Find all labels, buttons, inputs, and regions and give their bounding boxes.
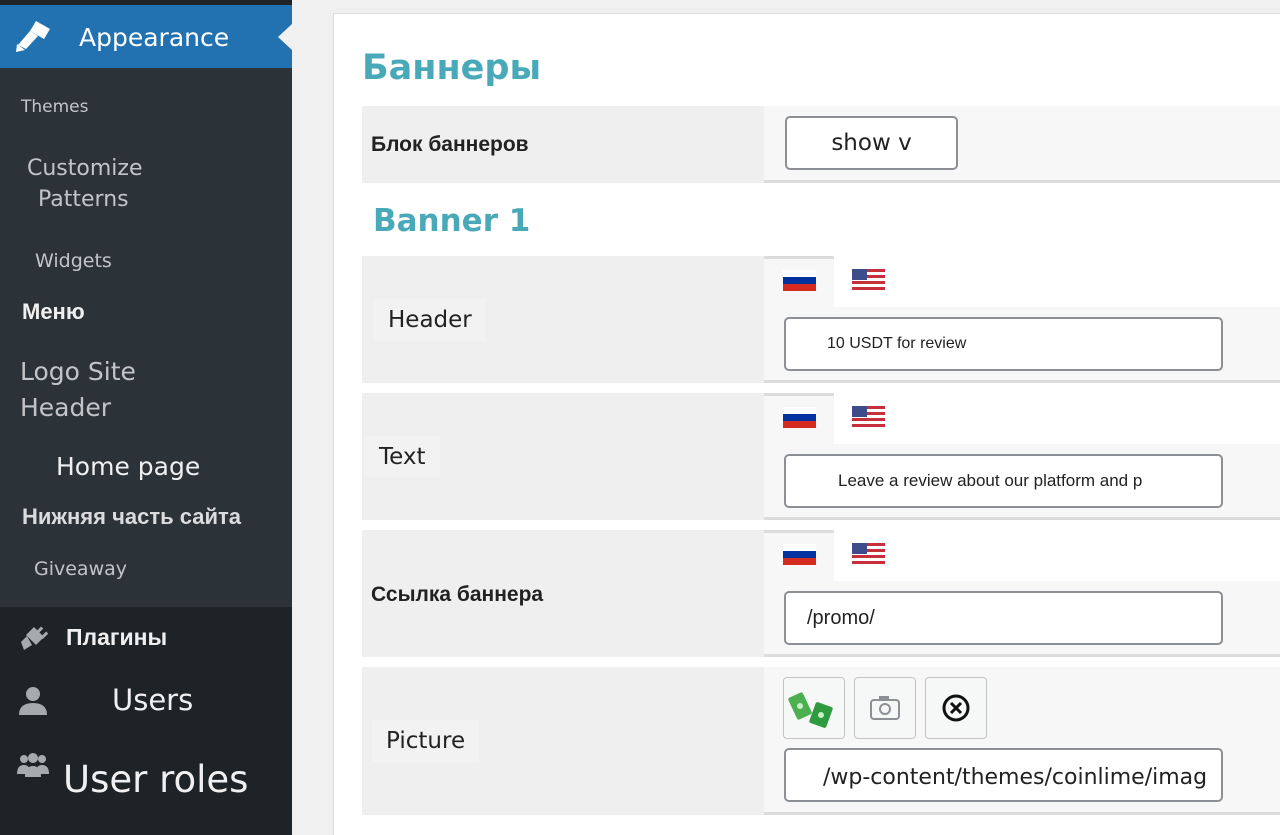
sidebar-item-label: Appearance (79, 23, 230, 52)
submenu-logo-site[interactable]: Logo Site (20, 357, 136, 386)
link-label: Ссылка баннера (371, 583, 544, 606)
banner-block-label: Блок баннеров (371, 133, 529, 156)
submenu-customize[interactable]: Customize (27, 156, 142, 181)
banner-block-select[interactable]: show v (785, 116, 958, 170)
submenu-patterns[interactable]: Patterns (38, 187, 129, 212)
link-label-cell: Ссылка баннера (362, 530, 764, 657)
submenu-home-page[interactable]: Home page (56, 452, 200, 481)
banner-1-title: Banner 1 (373, 203, 531, 239)
picture-label-cell: Picture (362, 667, 764, 815)
close-circle-icon (942, 694, 970, 722)
sidebar-item-user-roles[interactable]: User roles (63, 758, 248, 801)
banner-block-label-cell: Блок баннеров (362, 106, 764, 183)
picture-path-input[interactable]: /wp-content/themes/coinlime/imag (784, 748, 1223, 802)
remove-image-button[interactable] (925, 677, 987, 739)
plugin-icon (21, 626, 48, 650)
submenu-footer[interactable]: Нижняя часть сайта (22, 504, 241, 530)
text-label: Text (365, 436, 440, 478)
text-lang-tabs (764, 393, 1280, 444)
sidebar-item-appearance[interactable]: Appearance (0, 5, 292, 68)
russia-flag-icon[interactable] (783, 270, 816, 291)
sidebar-item-users[interactable]: Users (112, 683, 193, 717)
submenu-giveaway[interactable]: Giveaway (34, 558, 127, 580)
submenu-themes[interactable]: Themes (21, 97, 89, 117)
section-title: Баннеры (362, 48, 542, 88)
camera-icon (870, 696, 900, 720)
text-label-cell: Text (362, 393, 764, 520)
money-image-icon (788, 692, 833, 728)
header-label-cell: Header (362, 256, 764, 383)
link-input[interactable]: /promo/ (784, 591, 1223, 645)
header-label: Header (374, 299, 486, 341)
sidebar-item-plugins[interactable]: Плагины (66, 624, 167, 651)
submenu-header[interactable]: Header (20, 393, 111, 422)
header-lang-tabs (764, 256, 1280, 307)
text-input[interactable]: Leave a review about our platform and p (784, 454, 1223, 508)
paintbrush-icon (16, 21, 50, 52)
header-input[interactable]: 10 USDT for review (784, 317, 1223, 371)
russia-flag-icon[interactable] (783, 407, 816, 428)
submenu-widgets[interactable]: Widgets (35, 250, 112, 272)
current-arrow (278, 24, 292, 50)
groups-icon (17, 753, 49, 777)
picture-label: Picture (372, 720, 480, 762)
admin-sidebar: Appearance Themes Customize Patterns Wid… (0, 0, 292, 835)
upload-image-button[interactable] (854, 677, 916, 739)
picture-preview-button[interactable] (783, 677, 845, 739)
russia-flag-icon[interactable] (783, 544, 816, 565)
usa-flag-icon[interactable] (852, 269, 885, 290)
usa-flag-icon[interactable] (852, 543, 885, 564)
link-lang-tabs (764, 530, 1280, 581)
submenu-menu[interactable]: Меню (22, 299, 85, 325)
usa-flag-icon[interactable] (852, 406, 885, 427)
user-icon (19, 687, 47, 715)
